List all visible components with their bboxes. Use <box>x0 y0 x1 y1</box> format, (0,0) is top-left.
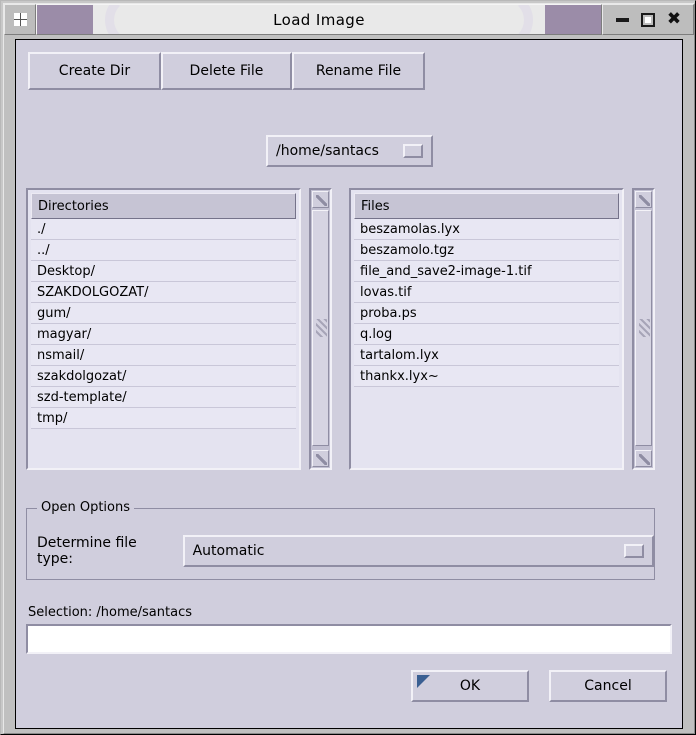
directories-rows: ./../Desktop/SZAKDOLGOZAT/gum/magyar/nsm… <box>28 219 299 429</box>
list-item[interactable]: szd-template/ <box>31 387 296 408</box>
file-type-value: Automatic <box>192 543 265 559</box>
selection-input[interactable] <box>26 624 672 654</box>
files-header: Files <box>354 193 619 219</box>
list-item[interactable]: tmp/ <box>31 408 296 429</box>
list-item[interactable]: nsmail/ <box>31 345 296 366</box>
list-item[interactable]: beszamolo.tgz <box>354 240 619 261</box>
list-item[interactable]: proba.ps <box>354 303 619 324</box>
grid-icon <box>13 13 27 26</box>
chevron-down-icon <box>403 144 423 158</box>
directories-scrollbar[interactable] <box>309 188 332 470</box>
title-decoration-left <box>37 5 137 34</box>
list-item[interactable]: file_and_save2-image-1.tif <box>354 261 619 282</box>
rename-file-button[interactable]: Rename File <box>292 52 425 90</box>
path-option-menu[interactable]: /home/santacs <box>266 135 433 167</box>
list-item[interactable]: SZAKDOLGOZAT/ <box>31 282 296 303</box>
list-item[interactable]: thankx.lyx~ <box>354 366 619 387</box>
list-item[interactable]: beszamolas.lyx <box>354 219 619 240</box>
file-type-option-menu[interactable]: Automatic <box>182 535 654 567</box>
selection-label: Selection: /home/santacs <box>28 605 192 620</box>
directories-header: Directories <box>31 193 296 219</box>
determine-file-type-row: Determine file type: Automatic <box>37 535 654 567</box>
scroll-up-arrow-icon[interactable] <box>312 191 329 208</box>
directories-pane: Directories ./../Desktop/SZAKDOLGOZAT/gu… <box>26 188 332 470</box>
scroll-down-arrow-icon[interactable] <box>635 450 652 467</box>
list-item[interactable]: lovas.tif <box>354 282 619 303</box>
list-item[interactable]: magyar/ <box>31 324 296 345</box>
scroll-down-arrow-icon[interactable] <box>312 450 329 467</box>
open-options-legend: Open Options <box>37 500 135 515</box>
directories-listbox[interactable]: Directories ./../Desktop/SZAKDOLGOZAT/gu… <box>26 188 301 470</box>
scrollbar-thumb[interactable] <box>312 210 329 446</box>
cancel-button[interactable]: Cancel <box>549 670 667 702</box>
load-image-window: Load Image ✖ Create Dir Delete File Rena… <box>0 0 696 735</box>
list-item[interactable]: szakdolgozat/ <box>31 366 296 387</box>
chevron-down-icon <box>624 544 644 558</box>
determine-file-type-label: Determine file type: <box>37 535 137 567</box>
files-pane: Files beszamolas.lyx beszamolo.tgz file_an… <box>349 188 655 470</box>
minimize-icon[interactable] <box>612 10 632 30</box>
ok-button-label: OK <box>459 678 481 694</box>
list-item[interactable]: tartalom.lyx <box>354 345 619 366</box>
window-title: Load Image <box>273 10 365 29</box>
default-button-indicator-icon <box>417 675 430 688</box>
maximize-icon[interactable] <box>638 10 658 30</box>
path-option-menu-value: /home/santacs <box>276 143 379 159</box>
create-dir-button[interactable]: Create Dir <box>28 52 161 90</box>
list-item[interactable]: q.log <box>354 324 619 345</box>
dialog-body: Create Dir Delete File Rename File /home… <box>15 39 683 729</box>
files-rows: beszamolas.lyx beszamolo.tgz file_and_save… <box>351 219 622 387</box>
ok-button[interactable]: OK <box>411 670 529 702</box>
list-item[interactable]: ./ <box>31 219 296 240</box>
scroll-up-arrow-icon[interactable] <box>635 191 652 208</box>
files-listbox[interactable]: Files beszamolas.lyx beszamolo.tgz file_an… <box>349 188 624 470</box>
files-scrollbar[interactable] <box>632 188 655 470</box>
close-icon[interactable]: ✖ <box>664 10 684 30</box>
list-item[interactable]: Desktop/ <box>31 261 296 282</box>
scrollbar-thumb[interactable] <box>635 210 652 446</box>
window-controls: ✖ <box>602 4 694 35</box>
system-menu-button[interactable] <box>4 4 36 35</box>
open-options-group: Open Options Determine file type: Automa… <box>26 500 655 580</box>
file-action-toolbar: Create Dir Delete File Rename File <box>28 52 425 90</box>
close-glyph: ✖ <box>666 9 682 29</box>
delete-file-button[interactable]: Delete File <box>161 52 292 90</box>
cancel-button-label: Cancel <box>584 678 632 694</box>
list-item[interactable]: ../ <box>31 240 296 261</box>
title-strip[interactable]: Load Image <box>36 4 602 35</box>
title-decoration-right <box>501 5 601 34</box>
title-bar: Load Image ✖ <box>4 4 694 35</box>
list-item[interactable]: gum/ <box>31 303 296 324</box>
